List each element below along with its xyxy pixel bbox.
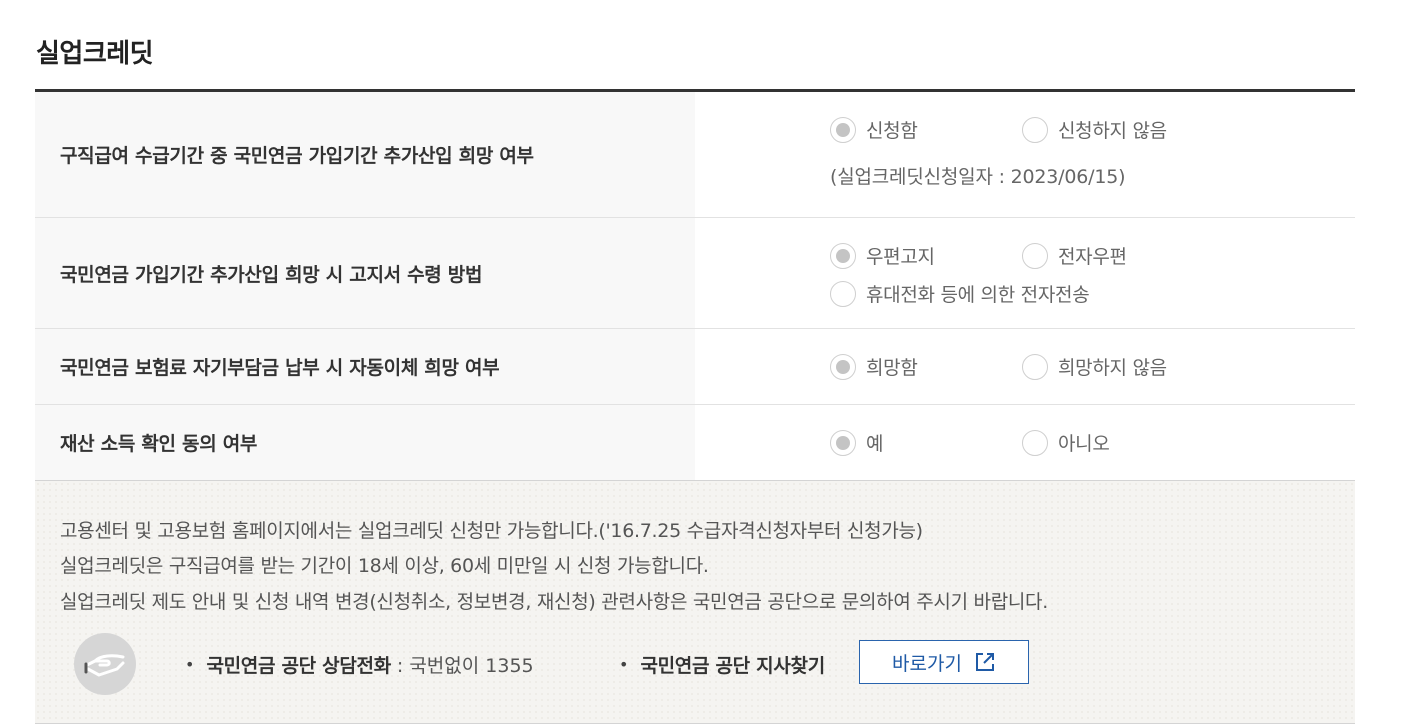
radio-option-not-apply[interactable]: 신청하지 않음 — [1022, 116, 1167, 143]
radio-unselected-icon[interactable] — [1022, 116, 1048, 143]
radio-unselected-icon[interactable] — [830, 280, 856, 307]
form-row-asset-consent: 재산 소득 확인 동의 여부 예 아니오 — [35, 405, 1355, 481]
row-value: 신청함 신청하지 않음 (실업크레딧신청일자 : 2023/06/15) — [695, 92, 1355, 217]
form-row-auto-transfer: 국민연금 보험료 자기부담금 납부 시 자동이체 희망 여부 희망함 희망하지 … — [35, 329, 1355, 405]
radio-selected-icon[interactable] — [830, 116, 856, 143]
radio-group-auto-transfer: 희망함 희망하지 않음 — [830, 353, 1167, 380]
radio-selected-icon[interactable] — [830, 353, 856, 380]
info-line: 고용센터 및 고용보험 홈페이지에서는 실업크레딧 신청만 가능합니다.('16… — [60, 520, 923, 542]
radio-selected-icon[interactable] — [830, 429, 856, 456]
row-label: 재산 소득 확인 동의 여부 — [35, 405, 695, 480]
branch-finder-label: 국민연금 공단 지사찾기 — [640, 655, 825, 677]
row-value: 우편고지 전자우편 휴대전화 등에 의한 전자전송 — [695, 218, 1355, 328]
branch-finder: • 국민연금 공단 지사찾기 — [619, 651, 825, 678]
row-label: 구직급여 수급기간 중 국민연금 가입기간 추가산입 희망 여부 — [35, 92, 695, 217]
radio-group-notice-method: 우편고지 전자우편 — [830, 242, 1127, 269]
radio-unselected-icon[interactable] — [1022, 429, 1048, 456]
radio-label: 예 — [866, 433, 884, 455]
application-date-note: (실업크레딧신청일자 : 2023/06/15) — [830, 166, 1126, 188]
radio-label: 신청함 — [866, 120, 918, 142]
radio-option-apply[interactable]: 신청함 — [830, 116, 1022, 143]
info-line: 실업크레딧은 구직급여를 받는 기간이 18세 이상, 60세 미만일 시 신청… — [60, 555, 709, 577]
page-title: 실업크레딧 — [36, 39, 154, 69]
radio-label: 우편고지 — [866, 246, 935, 268]
radio-option-no-wish[interactable]: 희망하지 않음 — [1022, 353, 1167, 380]
goto-button[interactable]: 바로가기 — [859, 640, 1029, 684]
radio-option-yes[interactable]: 예 — [830, 429, 1022, 456]
row-label: 국민연금 보험료 자기부담금 납부 시 자동이체 희망 여부 — [35, 329, 695, 404]
radio-label: 희망하지 않음 — [1058, 357, 1167, 379]
form-row-notice-method: 국민연금 가입기간 추가산입 희망 시 고지서 수령 방법 우편고지 전자우편 … — [35, 218, 1355, 329]
radio-label: 희망함 — [866, 357, 918, 379]
radio-label: 신청하지 않음 — [1058, 120, 1167, 142]
radio-option-email[interactable]: 전자우편 — [1022, 242, 1127, 269]
radio-option-mobile[interactable]: 휴대전화 등에 의한 전자전송 — [830, 280, 1090, 307]
form-row-credit-request: 구직급여 수급기간 중 국민연금 가입기간 추가산입 희망 여부 신청함 신청하… — [35, 92, 1355, 218]
radio-group-credit-request: 신청함 신청하지 않음 — [830, 116, 1167, 143]
radio-unselected-icon[interactable] — [1022, 353, 1048, 380]
row-value: 예 아니오 — [695, 405, 1355, 480]
credit-form-table: 구직급여 수급기간 중 국민연금 가입기간 추가산입 희망 여부 신청함 신청하… — [35, 92, 1355, 481]
radio-label: 휴대전화 등에 의한 전자전송 — [866, 284, 1090, 306]
bullet: • — [185, 655, 195, 674]
contact-phone-label: 국민연금 공단 상담전화 — [206, 655, 391, 677]
goto-button-label: 바로가기 — [892, 652, 962, 675]
bullet: • — [619, 655, 629, 674]
info-line: 실업크레딧 제도 안내 및 신청 내역 변경(신청취소, 정보변경, 재신청) … — [60, 591, 1048, 613]
contact-phone-value: : 국번없이 1355 — [396, 655, 534, 677]
radio-option-no[interactable]: 아니오 — [1022, 429, 1110, 456]
contact-phone: • 국민연금 공단 상담전화 : 국번없이 1355 — [185, 651, 534, 678]
radio-group-notice-method-line2: 휴대전화 등에 의한 전자전송 — [830, 280, 1090, 307]
row-value: 희망함 희망하지 않음 — [695, 329, 1355, 404]
radio-option-wish[interactable]: 희망함 — [830, 353, 1022, 380]
radio-label: 아니오 — [1058, 433, 1110, 455]
info-box: 고용센터 및 고용보험 홈페이지에서는 실업크레딧 신청만 가능합니다.('16… — [35, 481, 1355, 724]
row-label: 국민연금 가입기간 추가산입 희망 시 고지서 수령 방법 — [35, 218, 695, 328]
radio-group-asset-consent: 예 아니오 — [830, 429, 1110, 456]
radio-unselected-icon[interactable] — [1022, 242, 1048, 269]
hand-icon — [74, 633, 136, 695]
radio-selected-icon[interactable] — [830, 242, 856, 269]
radio-option-postal[interactable]: 우편고지 — [830, 242, 1022, 269]
radio-label: 전자우편 — [1058, 246, 1127, 268]
external-link-icon — [975, 653, 994, 671]
